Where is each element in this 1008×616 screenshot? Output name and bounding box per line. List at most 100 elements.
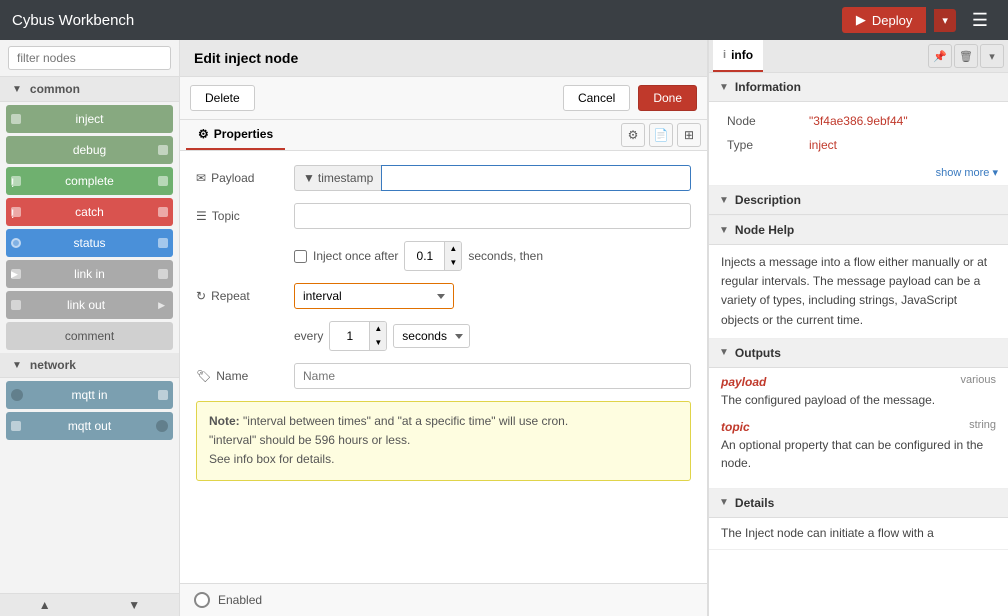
every-increment[interactable]: ▲ <box>370 322 386 336</box>
info-section-details: ▼ Details The Inject node can initiate a… <box>709 489 1008 550</box>
complete-port-right <box>158 176 168 186</box>
enabled-circle <box>194 592 210 608</box>
delete-button[interactable]: Delete <box>190 85 255 111</box>
details-text: The Inject node can initiate a flow with… <box>709 518 1008 549</box>
payload-row: ✉ Payload ▼ timestamp <box>196 165 691 191</box>
topic-input[interactable] <box>294 203 691 229</box>
menu-button[interactable]: ☰ <box>964 6 996 35</box>
sidebar-item-linkout[interactable]: link out ▶ <box>6 291 173 319</box>
inject-once-increment[interactable]: ▲ <box>445 242 461 256</box>
name-input[interactable] <box>294 363 691 389</box>
info-node-id-label: Node <box>721 110 801 132</box>
topbar: Cybus Workbench ▶ Deploy ▾ ☰ <box>0 0 1008 40</box>
deploy-button[interactable]: ▶ Deploy <box>842 7 926 33</box>
repeat-label: ↻ Repeat <box>196 289 286 303</box>
every-decrement[interactable]: ▼ <box>370 336 386 350</box>
done-button[interactable]: Done <box>638 85 697 111</box>
info-node-id-value: "3f4ae386.9ebf44" <box>803 110 996 132</box>
info-section-details-header[interactable]: ▼ Details <box>709 489 1008 518</box>
payload-type-button[interactable]: ▼ timestamp <box>294 165 381 191</box>
mqttin-port-right <box>158 390 168 400</box>
information-table: Node "3f4ae386.9ebf44" Type inject <box>709 102 1008 164</box>
sidebar-section-network-header[interactable]: ▼ network <box>0 353 179 378</box>
tab-icon-buttons: ⚙ 📄 ⊞ <box>621 123 701 147</box>
info-section-information-header[interactable]: ▼ Information <box>709 73 1008 102</box>
repeat-icon: ↻ <box>196 289 206 303</box>
sidebar-filter-area <box>0 40 179 77</box>
mqttout-port-right <box>156 420 168 432</box>
info-section-description: ▼ Description <box>709 186 1008 216</box>
payload-input-group: ▼ timestamp <box>294 165 691 191</box>
linkout-arrow: ▶ <box>158 300 165 311</box>
sidebar-item-status[interactable]: status <box>6 229 173 257</box>
tab-settings-button[interactable]: ⚙ <box>621 123 645 147</box>
output-payload-desc: The configured payload of the message. <box>721 391 996 409</box>
linkin-port-right <box>158 269 168 279</box>
chevron-down-icon-details: ▼ <box>719 497 729 508</box>
info-type-value: inject <box>803 134 996 156</box>
info-dropdown-button[interactable]: ▾ <box>980 44 1004 68</box>
sidebar-item-catch[interactable]: ! catch <box>6 198 173 226</box>
status-port-right <box>158 238 168 248</box>
info-tab-actions: 📌 🗑 ▾ <box>928 44 1004 68</box>
inject-once-value-input[interactable] <box>404 241 444 271</box>
sidebar-section-common-header[interactable]: ▼ common <box>0 77 179 102</box>
deploy-icon: ▶ <box>856 12 866 28</box>
sidebar-section-common: ▼ common inject debug ! complete <box>0 77 179 350</box>
sidebar-item-comment[interactable]: comment <box>6 322 173 350</box>
info-section-outputs: ▼ Outputs payload various The configured… <box>709 339 1008 489</box>
info-section-outputs-header[interactable]: ▼ Outputs <box>709 339 1008 368</box>
inject-once-decrement[interactable]: ▼ <box>445 256 461 270</box>
note-bold: Note: <box>209 414 240 428</box>
payload-value-input[interactable] <box>381 165 691 191</box>
info-trash-button[interactable]: 🗑 <box>954 44 978 68</box>
info-section-description-header[interactable]: ▼ Description <box>709 186 1008 215</box>
info-node-row: Node "3f4ae386.9ebf44" <box>721 110 996 132</box>
sidebar-item-mqtt-in[interactable]: mqtt in <box>6 381 173 409</box>
every-label: every <box>294 329 323 343</box>
filter-nodes-input[interactable] <box>8 46 171 70</box>
topic-label: ☰ Topic <box>196 209 286 223</box>
sidebar-item-inject[interactable]: inject <box>6 105 173 133</box>
tab-info[interactable]: i info <box>713 40 763 72</box>
payload-type-arrow: ▼ <box>303 171 315 185</box>
deploy-dropdown-button[interactable]: ▾ <box>934 9 956 32</box>
repeat-select[interactable]: interval interval between times at a spe… <box>294 283 454 309</box>
sidebar-scroll-down-button[interactable]: ▼ <box>90 594 180 616</box>
topbar-right: ▶ Deploy ▾ ☰ <box>842 6 996 35</box>
inject-once-checkbox[interactable] <box>294 250 307 263</box>
every-value-input[interactable] <box>329 321 369 351</box>
every-unit-select[interactable]: seconds minutes hours <box>393 324 470 348</box>
info-panel-tabs: i info 📌 🗑 ▾ <box>709 40 1008 73</box>
sidebar-item-debug[interactable]: debug <box>6 136 173 164</box>
output-payload-type: various <box>961 374 996 386</box>
inject-once-label: Inject once after <box>313 249 398 263</box>
info-type-label: Type <box>721 134 801 156</box>
sidebar-scroll-up-button[interactable]: ▲ <box>0 594 90 616</box>
sidebar-item-linkin[interactable]: ▶ link in <box>6 260 173 288</box>
every-row: every ▲ ▼ seconds minutes hours <box>196 321 691 351</box>
tab-description-button[interactable]: 📄 <box>649 123 673 147</box>
sidebar-item-inject-label: inject <box>14 112 165 126</box>
sidebar-item-mqtt-out[interactable]: mqtt out <box>6 412 173 440</box>
output-topic-name: topic <box>721 420 750 434</box>
tab-extra-button[interactable]: ⊞ <box>677 123 701 147</box>
cancel-button[interactable]: Cancel <box>563 85 630 111</box>
sidebar-item-complete[interactable]: ! complete <box>6 167 173 195</box>
tab-properties[interactable]: ⚙ Properties <box>186 120 285 150</box>
sidebar-item-linkin-label: link in <box>14 267 165 281</box>
mqttin-port-left <box>11 389 23 401</box>
main-layout: ▼ common inject debug ! complete <box>0 40 1008 616</box>
sidebar-item-mqtt-out-label: mqtt out <box>14 419 165 433</box>
show-more-link[interactable]: show more ▾ <box>936 167 998 179</box>
info-section-node-help-header[interactable]: ▼ Node Help <box>709 216 1008 245</box>
info-pin-button[interactable]: 📌 <box>928 44 952 68</box>
info-tab-icon: i <box>723 49 726 61</box>
chevron-down-icon-help: ▼ <box>719 225 729 236</box>
inject-once-row: Inject once after ▲ ▼ seconds, then <box>196 241 691 271</box>
chevron-down-icon-info: ▼ <box>719 82 729 93</box>
edit-panel-buttons: Delete Cancel Done <box>180 77 707 120</box>
inject-once-number-wrap: ▲ ▼ <box>404 241 462 271</box>
enabled-row: Enabled <box>180 583 707 616</box>
repeat-row: ↻ Repeat interval interval between times… <box>196 283 691 309</box>
